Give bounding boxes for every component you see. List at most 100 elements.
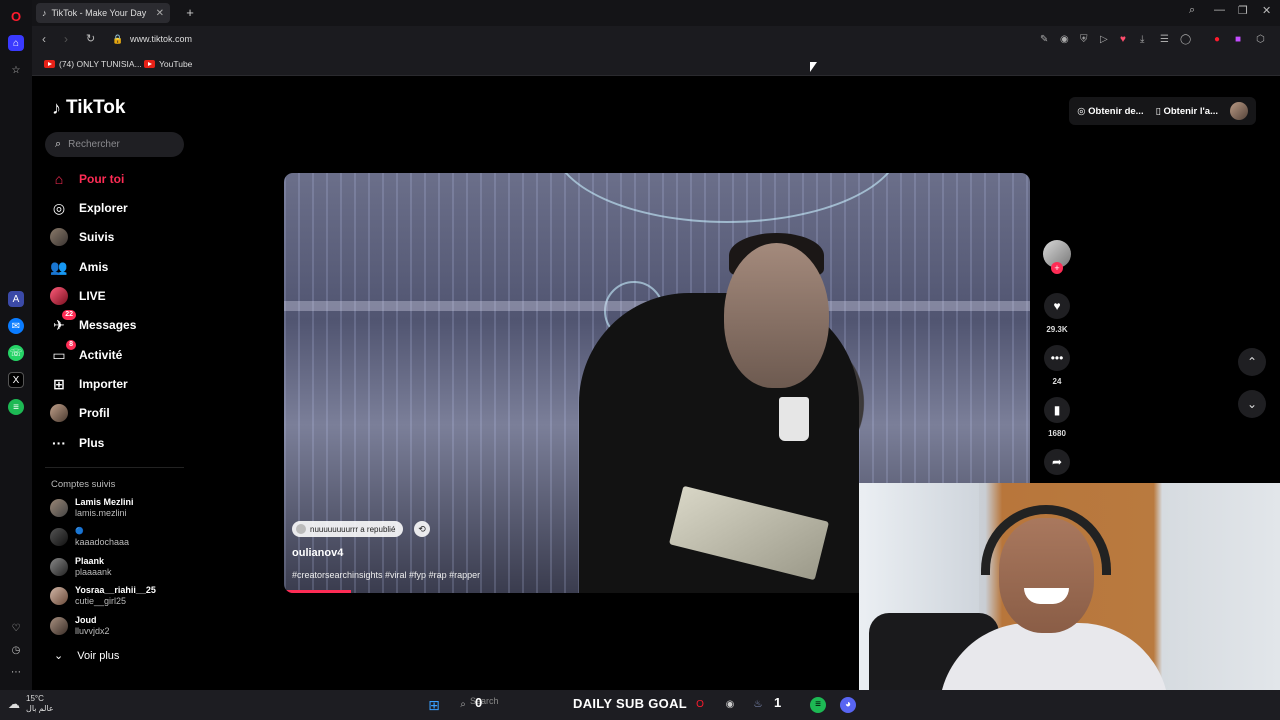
back-icon[interactable]: ‹ [42, 32, 46, 46]
video-progress-bar[interactable] [284, 590, 352, 593]
nav-label: Importer [79, 377, 128, 391]
video-author[interactable]: oulianov4 [292, 547, 343, 559]
save-button[interactable]: ▮ 1680 [1040, 397, 1074, 438]
address-bar-row: ‹ › ↻ 🔒 www.tiktok.com ✎ ◉ ⛨ ▷ ♥ ⤓ ☰ ◯ ●… [32, 26, 1280, 54]
scene-arc [552, 173, 902, 223]
following-account[interactable]: Joud lluvvjdx2 [50, 615, 110, 637]
close-tab-icon[interactable]: ✕ [156, 8, 164, 19]
nav-pour-toi[interactable]: ⌂ Pour toi [50, 167, 125, 191]
tab-title: TikTok - Make Your Day [51, 8, 147, 18]
edit-icon[interactable]: ✎ [1040, 34, 1048, 45]
steam-icon[interactable]: ♨ [750, 697, 766, 713]
previous-video-button[interactable]: ⌃ [1238, 348, 1266, 376]
profile-icon[interactable]: ◯ [1180, 34, 1191, 45]
compass-icon: ◎ [52, 199, 66, 216]
aria-icon[interactable]: A [8, 291, 24, 307]
x-icon[interactable]: X [8, 372, 24, 388]
search-tabs-icon[interactable]: ⌕ [1189, 4, 1195, 17]
play-icon[interactable]: ▷ [1100, 34, 1108, 45]
next-video-button[interactable]: ⌄ [1238, 390, 1266, 418]
heart-icon[interactable]: ♡ [8, 620, 24, 636]
reload-icon[interactable]: ↻ [86, 32, 95, 45]
follow-plus-icon[interactable]: + [1051, 262, 1063, 274]
obs-icon[interactable]: ◉ [722, 697, 738, 713]
following-account[interactable]: Plaank plaaaank [50, 556, 112, 578]
heart-icon[interactable]: ♥ [1120, 34, 1126, 45]
comment-button[interactable]: ••• 24 [1040, 345, 1074, 386]
minimize-icon[interactable]: — [1214, 4, 1225, 16]
repost-icon[interactable]: ⟲ [414, 521, 430, 537]
weather-widget[interactable]: ☁ 15°C عالم بال [8, 694, 54, 714]
nav-plus[interactable]: ··· Plus [50, 431, 104, 455]
profile-avatar [50, 404, 68, 422]
chevron-down-icon: ⌄ [1246, 397, 1258, 411]
tiktok-logo[interactable]: ♪ TikTok [52, 97, 125, 119]
nav-profil[interactable]: Profil [50, 401, 110, 425]
nav-importer[interactable]: ⊞ Importer [50, 372, 128, 396]
share-button[interactable]: ➦ [1040, 449, 1074, 475]
repost-badge[interactable]: nuuuuuuuurrr a republié [292, 521, 404, 537]
see-more-button[interactable]: ⌄ Voir plus [54, 649, 119, 663]
opera-logo-icon[interactable]: O [8, 8, 24, 24]
messenger-icon[interactable]: ✉ [8, 318, 24, 334]
url-field[interactable]: www.tiktok.com [130, 34, 192, 44]
nav-live[interactable]: LIVE [50, 284, 106, 308]
chevron-down-icon: ⌄ [54, 650, 64, 662]
camera-icon[interactable]: ◉ [1060, 34, 1069, 45]
nav-label: Plus [79, 436, 105, 450]
history-icon[interactable]: ◷ [8, 642, 24, 658]
download-icon[interactable]: ⤓ [1140, 34, 1144, 45]
new-tab-button[interactable]: + [182, 5, 198, 21]
taskbar: ☁ 15°C عالم بال ⊞ ⌕ Search 0 DAILY SUB G… [0, 690, 1280, 720]
nav-explorer[interactable]: ◎ Explorer [50, 196, 128, 220]
get-coins-button[interactable]: ◎ Obtenir de... [1077, 106, 1143, 117]
cup [779, 397, 809, 441]
webcam-overlay [859, 483, 1280, 690]
nav-suivis[interactable]: Suivis [50, 225, 114, 249]
opera-icon[interactable]: O [692, 697, 708, 713]
spotify-icon[interactable]: ≡ [8, 399, 24, 415]
nav-activite[interactable]: ▭ 8 Activité [50, 340, 122, 367]
account-handle: cutie__girl25 [75, 596, 127, 606]
get-app-label: Obtenir l'a... [1163, 105, 1218, 117]
search-icon[interactable]: ⌕ [455, 697, 471, 713]
spotify-icon[interactable]: ≡ [810, 697, 826, 713]
discord-icon[interactable]: ◕ [840, 697, 856, 713]
search-icon: ⌕ [55, 138, 62, 150]
get-app-button[interactable]: ▯ Obtenir l'a... [1156, 106, 1218, 117]
nav-messages[interactable]: ✈ 22 Messages [50, 310, 137, 337]
extension-red-icon[interactable]: ● [1214, 34, 1220, 45]
nav-label: Messages [79, 318, 137, 332]
account-handle: kaaadochaaa [75, 537, 130, 547]
bookmark-youtube[interactable]: YouTube [144, 59, 192, 69]
messages-badge: 22 [62, 310, 76, 320]
star-icon[interactable]: ☆ [8, 62, 24, 78]
sub-goal-target: 1 [774, 695, 782, 710]
bookmark-only-tunisia[interactable]: (74) ONLY TUNISIA... [44, 59, 142, 69]
nav-label: Profil [79, 406, 110, 420]
following-account[interactable]: 🔵 kaaadochaaa [50, 526, 129, 548]
chevron-up-icon: ⌃ [1246, 355, 1258, 369]
nav-amis[interactable]: 👥 Amis [50, 255, 108, 279]
following-account[interactable]: Lamis Mezlini lamis.mezlini [50, 497, 134, 519]
home-icon[interactable]: ⌂ [8, 35, 24, 51]
extension-purple-icon[interactable]: ■ [1235, 34, 1241, 45]
more-icon[interactable]: ⋯ [8, 664, 24, 680]
like-button[interactable]: ♥ 29.3K [1040, 293, 1074, 334]
following-account[interactable]: Yosraa__riahii__25 cutie__girl25 [50, 585, 156, 607]
sub-goal-current: 0 [475, 695, 483, 710]
user-avatar[interactable] [1230, 102, 1248, 120]
restore-icon[interactable]: ❐ [1238, 4, 1248, 17]
creator-avatar-button[interactable]: + [1040, 240, 1074, 274]
video-hashtags[interactable]: #creatorsearchinsights #viral #fyp #rap … [292, 570, 480, 580]
whatsapp-icon[interactable]: ☏ [8, 345, 24, 361]
menu-icon[interactable]: ☰ [1160, 34, 1169, 45]
close-window-icon[interactable]: ✕ [1262, 4, 1271, 17]
forward-icon[interactable]: › [64, 32, 68, 46]
search-input[interactable]: ⌕ Rechercher [45, 132, 184, 157]
windows-start-icon[interactable]: ⊞ [426, 697, 442, 713]
bookmark-label: (74) ONLY TUNISIA... [59, 59, 142, 69]
shield-icon[interactable]: ⛨ [1080, 34, 1088, 45]
extensions-icon[interactable]: ⬡ [1256, 34, 1265, 45]
tab-tiktok[interactable]: ♪ TikTok - Make Your Day ✕ [36, 3, 170, 23]
